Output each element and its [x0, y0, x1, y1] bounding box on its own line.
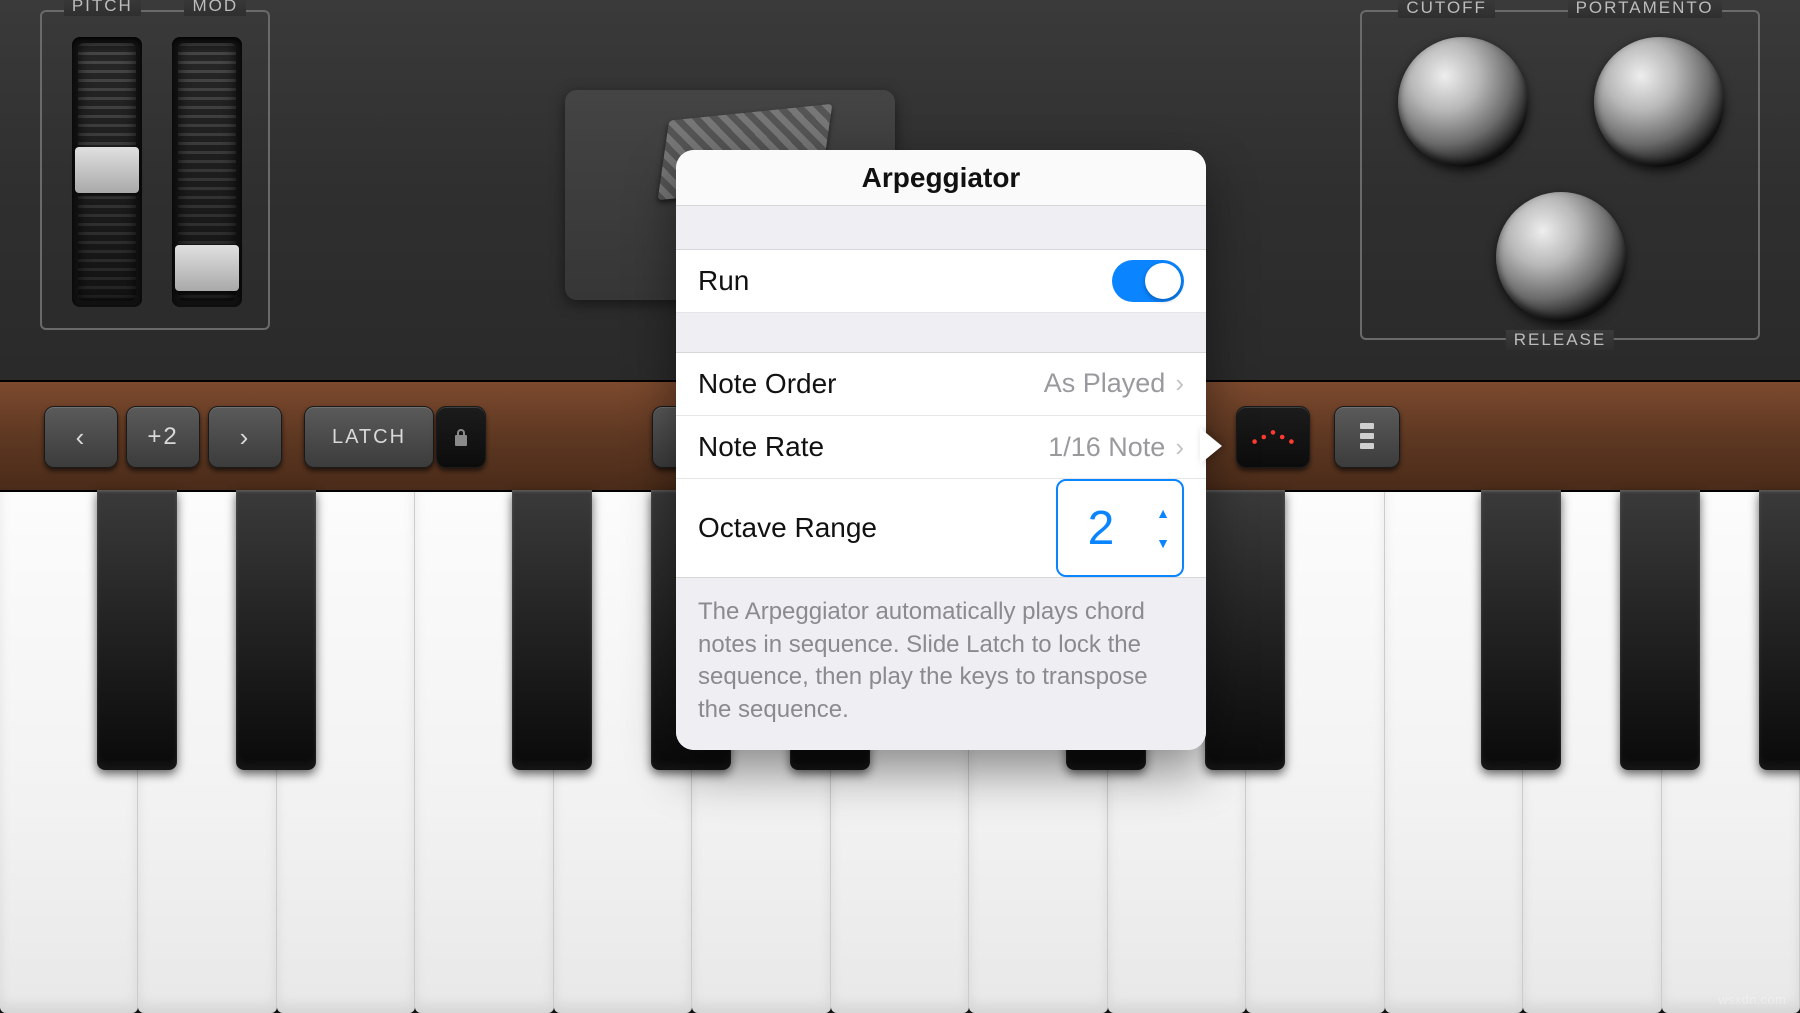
octave-value-button[interactable]: +2	[126, 406, 200, 468]
popover-title: Arpeggiator	[676, 150, 1206, 206]
knob-box: CUTOFF PORTAMENTO RELEASE	[1360, 10, 1760, 340]
chevron-right-icon: ›	[1175, 368, 1184, 399]
portamento-knob[interactable]	[1594, 37, 1724, 167]
octave-range-stepper[interactable]: 2 ▲ ▼	[1056, 479, 1184, 577]
cutoff-knob[interactable]	[1398, 37, 1528, 167]
note-order-value-wrap: As Played ›	[1044, 368, 1184, 399]
cutoff-label: CUTOFF	[1398, 0, 1495, 18]
keyboard-view-icon	[1356, 421, 1378, 453]
black-key[interactable]	[1205, 490, 1285, 770]
note-rate-row[interactable]: Note Rate 1/16 Note ›	[676, 416, 1206, 479]
octave-range-row: Octave Range 2 ▲ ▼	[676, 479, 1206, 577]
arpeggiator-description: The Arpeggiator automatically plays chor…	[676, 577, 1206, 750]
latch-lock-button[interactable]	[436, 406, 486, 468]
black-key[interactable]	[236, 490, 316, 770]
stepper-arrows: ▲ ▼	[1144, 506, 1182, 550]
arpeggiator-run-row: Run	[676, 250, 1206, 313]
mod-wheel-thumb[interactable]	[175, 245, 239, 291]
black-key[interactable]	[512, 490, 592, 770]
arpeggiator-popover: Arpeggiator Run Note Order As Played › N…	[676, 150, 1206, 750]
run-toggle[interactable]	[1112, 260, 1184, 302]
octave-up-button[interactable]: ›	[208, 406, 282, 468]
mod-label: MOD	[184, 0, 246, 16]
octave-range-value: 2	[1058, 501, 1144, 556]
chevron-right-icon: ›	[240, 422, 251, 453]
black-key[interactable]	[1620, 490, 1700, 770]
release-knob[interactable]	[1496, 192, 1626, 322]
latch-label: LATCH	[332, 426, 406, 449]
note-rate-label: Note Rate	[698, 431, 824, 463]
watermark: wsxdn.com	[1718, 992, 1786, 1007]
keyboard-view-button[interactable]	[1334, 406, 1400, 468]
pitch-wheel-thumb[interactable]	[75, 147, 139, 193]
arpeggiator-button[interactable]	[1236, 406, 1310, 468]
run-label: Run	[698, 265, 749, 297]
popover-arrow	[1200, 428, 1222, 464]
arpeggiator-icon	[1250, 428, 1296, 446]
lock-icon	[453, 427, 469, 447]
black-key[interactable]	[97, 490, 177, 770]
note-rate-value-wrap: 1/16 Note ›	[1048, 432, 1184, 463]
knob-top-labels: CUTOFF PORTAMENTO	[1362, 0, 1758, 18]
stepper-up-icon[interactable]: ▲	[1156, 506, 1170, 520]
note-order-label: Note Order	[698, 368, 837, 400]
pitch-label: PITCH	[64, 0, 141, 16]
note-rate-value: 1/16 Note	[1048, 432, 1165, 463]
popover-spacer	[676, 313, 1206, 353]
chevron-left-icon: ‹	[76, 422, 87, 453]
latch-button[interactable]: LATCH	[304, 406, 434, 468]
note-order-row[interactable]: Note Order As Played ›	[676, 353, 1206, 416]
black-key[interactable]	[1759, 490, 1800, 770]
stepper-down-icon[interactable]: ▼	[1156, 536, 1170, 550]
octave-value: +2	[147, 423, 178, 451]
black-key[interactable]	[1481, 490, 1561, 770]
octave-range-label: Octave Range	[698, 512, 877, 544]
note-order-value: As Played	[1044, 368, 1166, 399]
octave-down-button[interactable]: ‹	[44, 406, 118, 468]
chevron-right-icon: ›	[1175, 432, 1184, 463]
mod-wheel[interactable]	[172, 37, 242, 307]
pitch-mod-labels: PITCH MOD	[42, 10, 268, 30]
toggle-thumb	[1145, 263, 1181, 299]
popover-spacer	[676, 206, 1206, 249]
pitch-mod-box: PITCH MOD	[40, 10, 270, 330]
release-label: RELEASE	[1506, 330, 1614, 350]
portamento-label: PORTAMENTO	[1568, 0, 1722, 18]
pitch-wheel[interactable]	[72, 37, 142, 307]
